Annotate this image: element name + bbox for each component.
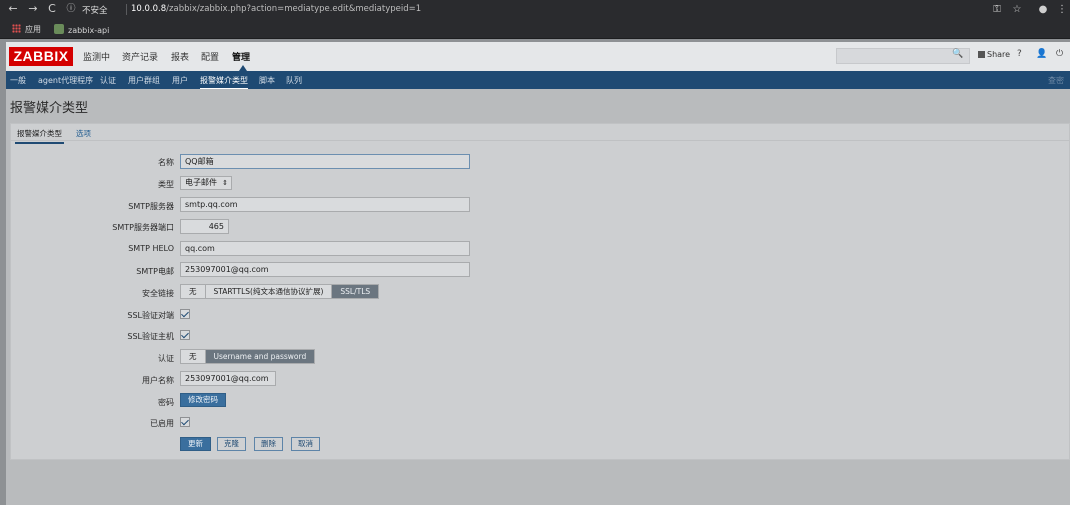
smtp-port-label: SMTP服务器端口 [112,223,174,232]
address-bar[interactable]: 10.0.0.8/zabbix/zabbix.php?action=mediat… [131,4,421,14]
main-content: 报警媒介类型 报警媒介类型 选项 名称 QQ邮箱 类型 电子邮件 ⇕ SMTP服务… [6,89,1070,505]
enabled-checkbox[interactable] [180,417,190,427]
update-button[interactable]: 更新 [180,437,211,451]
bookmark-favicon-icon [54,24,64,34]
star-icon[interactable]: ☆ [1010,3,1024,17]
auth-label: 认证 [158,354,174,363]
security-ssl-tls-option[interactable]: SSL/TLS [332,285,379,298]
auth-segmented: 无 Username and password [180,349,316,364]
type-label: 类型 [158,180,174,189]
username-label: 用户名称 [142,376,174,385]
ssl-verify-host-checkbox[interactable] [180,330,190,340]
submenu-right-text: 查密 [1048,76,1064,85]
browser-menu-icon[interactable]: ⋮ [1055,3,1069,17]
smtp-helo-label: SMTP HELO [128,244,174,253]
submenu-user-groups[interactable]: 用户群组 [128,75,160,86]
enabled-label: 已启用 [150,419,174,428]
tab-options[interactable]: 选项 [76,128,91,139]
submenu-users[interactable]: 用户 [172,75,188,86]
search-input[interactable] [836,48,970,64]
browser-toolbar: ← → C ⓘ 不安全 10.0.0.8/zabbix/zabbix.php?a… [0,0,1070,20]
security-starttls-option[interactable]: STARTTLS(纯文本通信协议扩展) [206,285,333,298]
back-icon[interactable]: ← [6,2,20,16]
password-label: 密码 [158,398,174,407]
submenu-general[interactable]: 一般 [10,75,26,86]
submenu-bar: 一般 agent代理程序 认证 用户群组 用户 报警媒介类型 脚本 队列 查密 [6,71,1070,90]
url-path: /zabbix/zabbix.php?action=mediatype.edit… [166,4,422,14]
share-icon [978,51,985,58]
change-password-button[interactable]: 修改密码 [180,393,226,407]
zabbix-logo[interactable]: ZABBIX [9,47,73,66]
security-segmented: 无 STARTTLS(纯文本通信协议扩展) SSL/TLS [180,284,380,299]
name-input[interactable]: QQ邮箱 [180,154,470,169]
bookmark-apps[interactable]: 应用 [12,24,41,36]
smtp-server-label: SMTP服务器 [128,202,174,211]
submenu-authentication[interactable]: 认证 [100,75,116,86]
key-icon[interactable]: ⚿ [990,3,1004,17]
menu-reports[interactable]: 报表 [171,50,189,63]
menu-monitoring[interactable]: 监测中 [83,50,110,63]
select-arrow-icon: ⇕ [222,179,228,187]
menu-inventory[interactable]: 资产记录 [122,50,158,63]
username-input[interactable]: 253097001@qq.com [180,371,276,386]
logout-icon[interactable]: ⏻ [1056,49,1063,59]
ssl-verify-peer-checkbox[interactable] [180,309,190,319]
ssl-verify-peer-label: SSL验证对端 [127,311,174,320]
name-label: 名称 [158,158,174,167]
zabbix-header: ZABBIX 监测中 资产记录 报表 配置 管理 🔍 Share ? 👤 ⏻ [6,42,1070,71]
security-label: 安全链接 [142,289,174,298]
delete-button[interactable]: 删除 [254,437,283,451]
menu-administration[interactable]: 管理 [232,50,250,63]
share-link[interactable]: Share [978,50,1010,59]
address-divider [126,4,127,15]
forward-icon[interactable]: → [26,2,40,16]
tab-strip: 报警媒介类型 选项 [11,124,1069,144]
smtp-helo-input[interactable]: qq.com [180,241,470,256]
page-title: 报警媒介类型 [10,101,89,116]
auth-none-option[interactable]: 无 [181,350,206,363]
bookmarks-bar: 应用 zabbix-api [0,20,1070,39]
bookmark-zabbix-api[interactable]: zabbix-api [54,24,109,36]
cancel-button[interactable]: 取消 [291,437,320,451]
reload-icon[interactable]: C [45,2,59,16]
apps-grid-icon [12,24,21,33]
help-icon[interactable]: ? [1017,49,1022,59]
form-card: 报警媒介类型 选项 名称 QQ邮箱 类型 电子邮件 ⇕ SMTP服务器 smtp.… [10,123,1070,460]
profile-icon[interactable]: ● [1036,3,1050,17]
menu-configuration[interactable]: 配置 [201,50,219,63]
smtp-port-input[interactable]: 465 [180,219,229,234]
submenu-proxies[interactable]: agent代理程序 [38,75,93,86]
ssl-verify-host-label: SSL验证主机 [127,332,174,341]
smtp-email-input[interactable]: 253097001@qq.com [180,262,470,277]
submenu-media-types[interactable]: 报警媒介类型 [200,75,248,90]
smtp-server-input[interactable]: smtp.qq.com [180,197,470,212]
submenu-scripts[interactable]: 脚本 [259,75,275,86]
tab-media-type[interactable]: 报警媒介类型 [15,128,64,144]
url-host: 10.0.0.8 [131,4,167,14]
clone-button[interactable]: 克隆 [217,437,246,451]
smtp-email-label: SMTP电邮 [136,267,174,276]
info-icon[interactable]: ⓘ [64,2,78,16]
auth-username-password-option[interactable]: Username and password [205,350,315,363]
type-select[interactable]: 电子邮件 ⇕ [180,176,232,190]
search-icon[interactable]: 🔍 [952,49,963,59]
security-none-option[interactable]: 无 [181,285,206,298]
submenu-queue[interactable]: 队列 [286,75,302,86]
user-profile-icon[interactable]: 👤 [1036,49,1047,59]
security-label: 不安全 [82,6,108,16]
